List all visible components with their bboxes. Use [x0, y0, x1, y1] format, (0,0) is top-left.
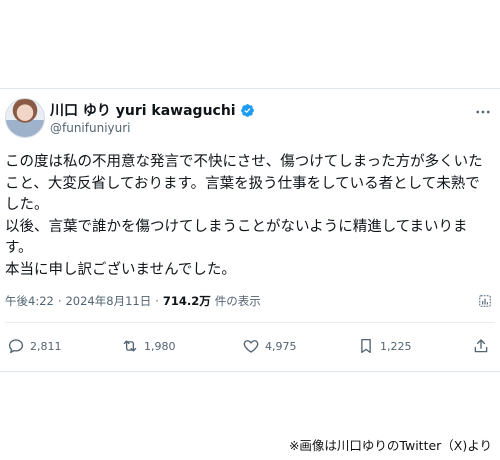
tweet-text-line: こと、大変反省しております。言葉を扱う仕事をしている者として未熟で	[5, 175, 480, 192]
bookmark-icon	[361, 338, 371, 354]
meta-separator: ·	[57, 294, 62, 308]
share-icon	[474, 339, 488, 353]
tweet-text-line: す。	[5, 240, 33, 256]
reply-count: 2,811	[30, 339, 62, 353]
verified-badge-icon	[240, 103, 255, 118]
retweet-icon	[123, 340, 137, 352]
avatar[interactable]	[5, 98, 45, 138]
tweet-time[interactable]: 午後4:22	[5, 293, 54, 309]
more-icon[interactable]	[474, 103, 492, 121]
heart-icon	[243, 340, 259, 353]
like-button[interactable]: 4,975	[242, 337, 297, 355]
bookmark-button[interactable]: 1,225	[357, 337, 412, 355]
retweet-button[interactable]: 1,980	[121, 337, 176, 355]
image-caption: ※画像は川口ゆりのTwitter（X)より	[288, 438, 492, 453]
bookmark-count: 1,225	[380, 339, 412, 353]
tweet-text-line: この度は私の不用意な発言で不快にさせ、傷つけてしまった方が多くいた	[5, 154, 483, 170]
reply-button[interactable]: 2,811	[7, 337, 62, 355]
tweet-date[interactable]: 2024年8月11日	[65, 293, 151, 309]
tweet-meta: 午後4:22 · 2024年8月11日 · 714.2万 件の表示	[5, 293, 261, 309]
tweet-text-line: 以後、言葉で誰かを傷つけてしまうことがないように精進してまいりま	[5, 218, 468, 235]
tweet-text: この度は私の不用意な発言で不快にさせ、傷つけてしまった方が多くいた こと、大変反…	[5, 152, 495, 281]
share-button[interactable]	[472, 337, 490, 355]
reply-icon	[8, 339, 24, 354]
analytics-icon[interactable]	[478, 293, 492, 307]
views-label: 件の表示	[214, 294, 261, 308]
meta-separator: ·	[155, 294, 159, 308]
views-count: 714.2万	[162, 294, 211, 308]
tweet-text-line: 本当に申し訳ございませんでした。	[5, 261, 236, 278]
display-name[interactable]: 川口 ゆり yuri kawaguchi	[50, 100, 236, 120]
retweet-count: 1,980	[144, 339, 176, 353]
handle[interactable]: @funifuniyuri	[50, 121, 131, 135]
like-count: 4,975	[265, 339, 297, 353]
divider	[5, 322, 495, 323]
tweet-card: 川口 ゆり yuri kawaguchi @funifuniyuri この度は私…	[0, 88, 500, 372]
tweet-text-line: した。	[5, 197, 49, 213]
author-row: 川口 ゆり yuri kawaguchi	[50, 101, 255, 119]
action-bar: 2,811 1,980 4,975 1,225	[0, 335, 500, 359]
